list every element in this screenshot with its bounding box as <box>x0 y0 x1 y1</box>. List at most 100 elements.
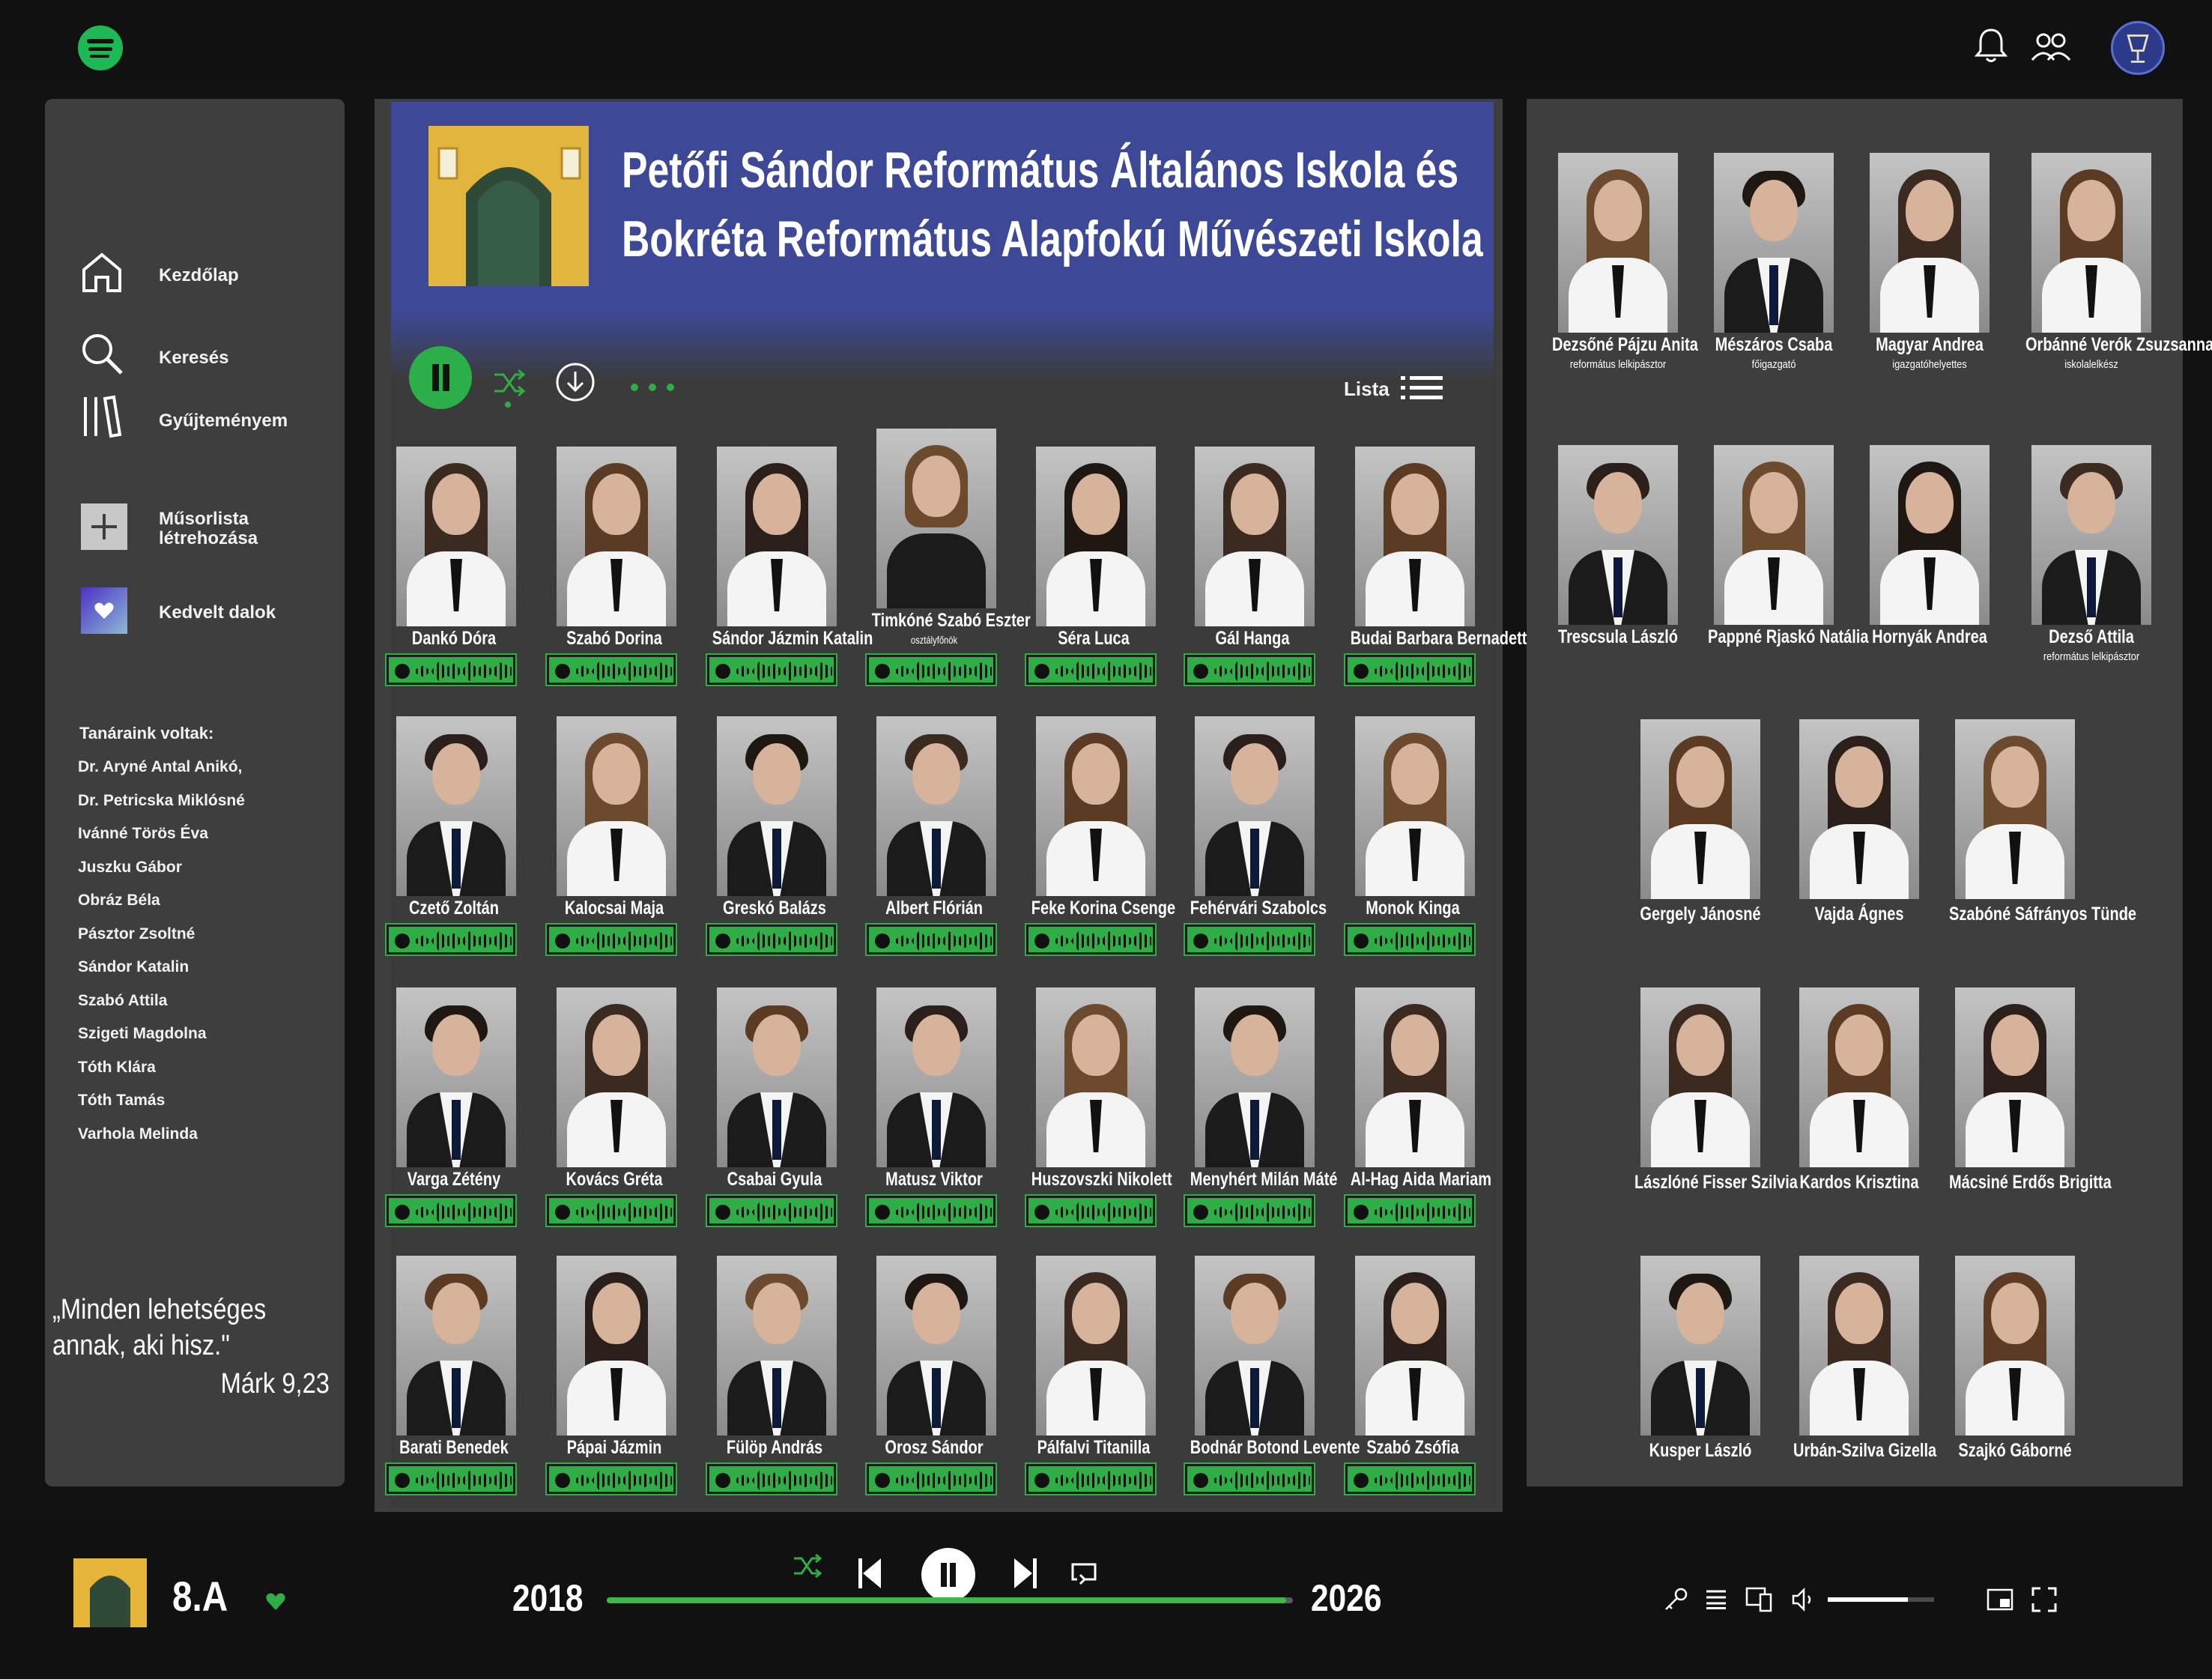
nav-search[interactable]: Keresés <box>45 330 345 382</box>
spotify-code[interactable] <box>1344 1462 1476 1495</box>
staff-card[interactable]: Hornyák Andrea <box>1855 441 2005 665</box>
repeat-icon[interactable] <box>1070 1560 1100 1588</box>
student-card[interactable]: Monok Kinga <box>1342 710 1483 965</box>
staff-card[interactable]: Orbánné Verók Zsuzsanna iskolalelkész <box>2016 148 2212 373</box>
student-card[interactable]: Huszovszki Nikolett <box>1023 981 1172 1236</box>
nav-liked-songs[interactable]: Kedvelt dalok <box>45 584 345 637</box>
spotify-code[interactable] <box>1344 923 1476 956</box>
play-pause-button[interactable] <box>409 346 472 409</box>
student-card[interactable]: Feke Korina Csenge <box>1023 710 1175 965</box>
spotify-code[interactable] <box>1025 923 1157 956</box>
now-playing-thumbnail[interactable] <box>73 1558 147 1627</box>
student-card[interactable]: Varga Zétény <box>384 981 524 1236</box>
student-card[interactable]: Kalocsai Maja <box>544 710 685 965</box>
spotify-code[interactable] <box>1184 1462 1315 1495</box>
spotify-code[interactable] <box>385 1462 517 1495</box>
volume-slider[interactable] <box>1828 1597 1934 1602</box>
spotify-code[interactable] <box>1025 653 1157 686</box>
student-card[interactable]: Al-Hag Aida Mariam <box>1342 981 1491 1236</box>
spotify-code[interactable] <box>1025 1194 1157 1227</box>
student-card[interactable]: Szabó Dorina <box>544 441 685 695</box>
mini-player-icon[interactable] <box>1987 1588 2013 1611</box>
previous-track-icon[interactable] <box>857 1557 882 1590</box>
spotify-code[interactable] <box>545 653 677 686</box>
spotify-code[interactable] <box>865 1462 997 1495</box>
student-card[interactable]: Séra Luca <box>1023 441 1164 695</box>
student-card[interactable]: Czető Zoltán <box>384 710 524 965</box>
connect-device-icon[interactable] <box>1745 1587 1772 1612</box>
spotify-code[interactable] <box>1025 1462 1157 1495</box>
microphone-icon[interactable] <box>1663 1587 1688 1612</box>
spotify-code[interactable] <box>865 1194 997 1227</box>
school-crest-avatar[interactable] <box>2111 21 2165 75</box>
staff-card[interactable]: Vajda Ágnes <box>1784 715 1934 940</box>
spotify-code[interactable] <box>385 653 517 686</box>
queue-icon[interactable] <box>1705 1588 1727 1611</box>
spotify-code[interactable] <box>865 923 997 956</box>
student-card[interactable]: Timkóné Szabó Eszter osztályfőnök <box>864 429 1031 695</box>
spotify-code[interactable] <box>865 653 997 686</box>
spotify-code[interactable] <box>385 923 517 956</box>
download-icon[interactable] <box>554 361 596 403</box>
shuffle-icon[interactable] <box>491 366 527 409</box>
staff-card[interactable]: Lászlóné Fisser Szilvia <box>1625 983 1798 1208</box>
spotify-code[interactable] <box>706 923 837 956</box>
staff-card[interactable]: Dezső Attila református lelkipásztor <box>2016 441 2166 665</box>
staff-card[interactable]: Magyar Andrea igazgatóhelyettes <box>1855 148 2005 373</box>
spotify-code[interactable] <box>706 1462 837 1495</box>
bell-icon[interactable] <box>1973 27 2009 64</box>
student-card[interactable]: Greskó Balázs <box>704 710 845 965</box>
nav-library[interactable]: Gyűjteményem <box>45 393 345 445</box>
student-card[interactable]: Kovács Gréta <box>544 981 685 1236</box>
list-view-label[interactable]: Lista <box>1344 378 1390 401</box>
student-card[interactable]: Menyhért Milán Máté <box>1182 981 1338 1236</box>
student-card[interactable]: Fehérvári Szabolcs <box>1182 710 1327 965</box>
staff-card[interactable]: Mészáros Csaba főigazgató <box>1699 148 1849 373</box>
liked-heart-icon[interactable] <box>265 1591 286 1611</box>
student-card[interactable]: Matusz Viktor <box>864 981 1005 1236</box>
list-view-icon[interactable] <box>1401 375 1443 402</box>
nav-create-playlist[interactable]: Műsorlista létrehozása <box>45 500 345 560</box>
player-pause-button[interactable] <box>921 1548 975 1602</box>
spotify-code[interactable] <box>385 1194 517 1227</box>
staff-card[interactable]: Pappné Rjaskó Natália <box>1699 441 1869 665</box>
student-card[interactable]: Bodnár Botond Levente <box>1182 1250 1360 1504</box>
nav-home[interactable]: Kezdőlap <box>45 247 345 300</box>
spotify-logo-icon[interactable] <box>78 25 123 70</box>
staff-card[interactable]: Kardos Krisztina <box>1784 983 1934 1208</box>
staff-card[interactable]: Mácsiné Erdős Brigitta <box>1940 983 2112 1208</box>
student-card[interactable]: Pápai Jázmin <box>544 1250 685 1504</box>
spotify-code[interactable] <box>545 1462 677 1495</box>
friends-icon[interactable] <box>2030 30 2072 63</box>
spotify-code[interactable] <box>545 1194 677 1227</box>
spotify-code[interactable] <box>706 1194 837 1227</box>
staff-card[interactable]: Gergely Jánosné <box>1625 715 1775 940</box>
student-card[interactable]: Pálfalvi Titanilla <box>1023 1250 1164 1504</box>
fullscreen-icon[interactable] <box>2031 1587 2057 1612</box>
student-card[interactable]: Szabó Zsófia <box>1342 1250 1483 1504</box>
spotify-code[interactable] <box>1184 923 1315 956</box>
spotify-code[interactable] <box>1344 653 1476 686</box>
spotify-code[interactable] <box>1184 653 1315 686</box>
student-card[interactable]: Csabai Gyula <box>704 981 845 1236</box>
student-card[interactable]: Barati Benedek <box>384 1250 524 1504</box>
progress-bar[interactable] <box>607 1597 1293 1603</box>
spotify-code[interactable] <box>706 653 837 686</box>
staff-card[interactable]: Szajkó Gáborné <box>1940 1251 2090 1476</box>
next-track-icon[interactable] <box>1013 1557 1038 1590</box>
student-card[interactable]: Budai Barbara Bernadett <box>1342 441 1527 695</box>
spotify-code[interactable] <box>545 923 677 956</box>
spotify-code[interactable] <box>1184 1194 1315 1227</box>
student-card[interactable]: Dankó Dóra <box>384 441 524 695</box>
more-options-icon[interactable] <box>629 382 676 393</box>
staff-card[interactable]: Dezsőné Pájzu Anita református lelkipászt… <box>1543 148 1698 373</box>
staff-card[interactable]: Szabóné Sáfrányos Tünde <box>1940 715 2136 940</box>
volume-icon[interactable] <box>1790 1587 1816 1612</box>
spotify-code[interactable] <box>1344 1194 1476 1227</box>
student-card[interactable]: Gál Hanga <box>1182 441 1323 695</box>
student-card[interactable]: Fülöp András <box>704 1250 845 1504</box>
student-card[interactable]: Albert Flórián <box>864 710 1005 965</box>
player-shuffle-icon[interactable] <box>793 1552 824 1581</box>
now-playing-title[interactable]: 8.A <box>172 1572 228 1621</box>
staff-card[interactable]: Kusper László <box>1625 1251 1775 1476</box>
